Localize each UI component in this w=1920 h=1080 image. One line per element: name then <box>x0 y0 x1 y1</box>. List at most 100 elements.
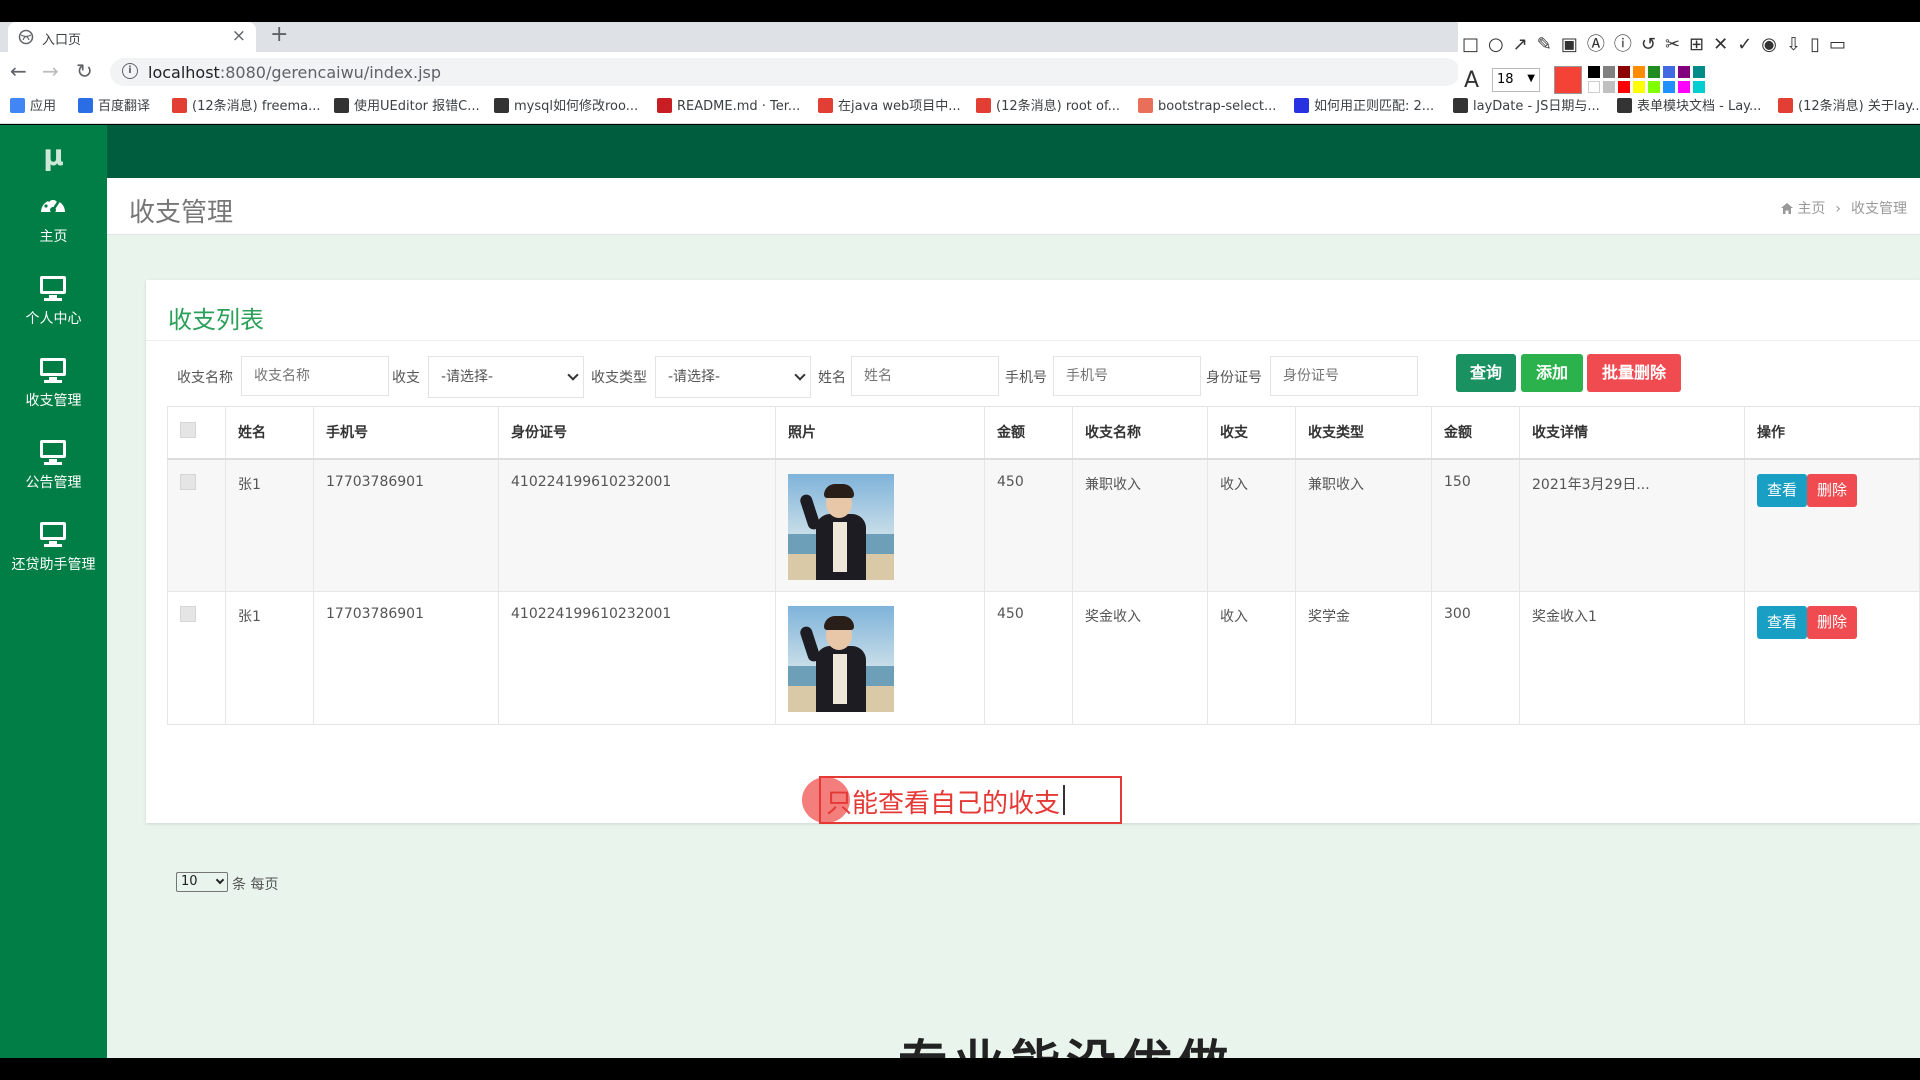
color-swatch[interactable] <box>1618 81 1630 93</box>
site-info-icon[interactable]: i <box>122 63 138 79</box>
bookmark-item[interactable]: 应用 <box>10 98 56 116</box>
bookmark-label: 表单模块文档 - Lay... <box>1637 99 1762 114</box>
column-header: 照片 <box>775 406 985 460</box>
cell-category: 奖学金 <box>1295 591 1432 725</box>
page-size-label: 条 每页 <box>232 877 279 893</box>
bookmark-item[interactable]: 在java web项目中... <box>818 98 961 116</box>
cell-amount: 450 <box>984 591 1073 725</box>
filter-id-label: 身份证号 <box>1206 370 1262 386</box>
row-checkbox[interactable] <box>180 606 196 622</box>
column-header: 姓名 <box>225 406 314 460</box>
color-palette <box>1588 66 1718 96</box>
finance-list-panel: 收支列表 收支名称 收支 -请选择- 收支类型 -请选择- 姓名 手机号 身份证… <box>146 280 1920 893</box>
filter-person-input[interactable] <box>851 356 999 396</box>
browser-tab[interactable]: 入口页 × <box>8 22 256 52</box>
page-size-select[interactable]: 10 <box>176 872 228 892</box>
add-button[interactable]: 添加 <box>1521 354 1583 392</box>
page-size-value: 10 <box>181 874 198 889</box>
bookmark-item[interactable]: mysql如何修改roo... <box>494 98 638 116</box>
select-all-checkbox[interactable] <box>180 422 196 439</box>
breadcrumb-current: 收支管理 <box>1851 201 1907 217</box>
query-button[interactable]: 查询 <box>1456 354 1516 392</box>
color-swatch[interactable] <box>1678 81 1690 93</box>
color-swatch[interactable] <box>1693 66 1705 78</box>
csdn-icon <box>1778 98 1793 113</box>
filter-category-select[interactable]: -请选择- <box>655 356 811 398</box>
delete-button[interactable]: 删除 <box>1807 473 1858 507</box>
color-swatch[interactable] <box>1648 81 1660 93</box>
cell-id-number: 410224199610232001 <box>498 591 776 725</box>
cell-amount-2: 300 <box>1431 591 1520 725</box>
bookmark-item[interactable]: 使用UEditor 报错C... <box>334 98 480 116</box>
video-subtitle: 专业能没优做 <box>898 1036 1234 1058</box>
bookmark-item[interactable]: 百度翻译 <box>78 98 150 116</box>
sidebar-item-home[interactable]: 主页 <box>0 180 107 260</box>
bookmark-item[interactable]: 如何用正则匹配: 2... <box>1294 98 1434 116</box>
color-swatch[interactable] <box>1633 66 1645 78</box>
row-checkbox[interactable] <box>180 473 196 490</box>
url-field[interactable]: i localhost:8080/gerencaiwu/index.jsp <box>110 58 1460 86</box>
bookmark-item[interactable]: layDate - JS日期与... <box>1453 98 1600 116</box>
cell-detail: 2021年3月29日... <box>1519 458 1745 592</box>
cell-direction: 收入 <box>1207 458 1296 592</box>
back-icon[interactable]: ← <box>10 60 27 82</box>
bookmark-label: 在java web项目中... <box>838 99 961 114</box>
jianshu-icon <box>1138 98 1153 113</box>
view-button[interactable]: 查看 <box>1757 606 1808 639</box>
page-title: 收支管理 <box>129 198 234 228</box>
cell-item-name: 奖金收入 <box>1072 591 1208 725</box>
filter-category-label: 收支类型 <box>591 370 647 386</box>
apps-icon <box>10 98 25 113</box>
filter-type-select[interactable]: -请选择- <box>428 356 584 398</box>
sidebar-item-label: 主页 <box>39 229 68 245</box>
filter-id-input[interactable] <box>1270 356 1418 396</box>
color-swatch[interactable] <box>1693 81 1705 93</box>
bookmark-item[interactable]: (12条消息) freema... <box>172 98 320 116</box>
color-swatch[interactable] <box>1603 66 1615 78</box>
baidu-icon <box>1294 98 1309 113</box>
bookmark-item[interactable]: 表单模块文档 - Lay... <box>1617 98 1761 116</box>
tab-close-icon[interactable]: × <box>232 26 246 46</box>
top-navbar <box>107 125 1920 178</box>
font-size-select[interactable]: 18 ▼ <box>1492 68 1540 92</box>
new-tab-button[interactable]: + <box>270 22 288 47</box>
finance-table: 姓名 手机号 身份证号 照片 金额 收支名称 收支 收支类型 金额 收支详情 操… <box>167 406 1920 725</box>
color-swatch[interactable] <box>1663 81 1675 93</box>
drawing-tool-icons[interactable]: □○↗✎▣Ⓐⓘ↺✂⊞✕✓◉⇩▯▭ <box>1462 30 1855 56</box>
text-caret <box>1063 785 1065 815</box>
layui-icon <box>1617 98 1632 113</box>
color-swatch[interactable] <box>1588 66 1600 78</box>
delete-button[interactable]: 删除 <box>1807 606 1858 639</box>
cell-amount: 450 <box>984 458 1073 592</box>
color-swatch[interactable] <box>1678 66 1690 78</box>
current-color-swatch[interactable] <box>1554 66 1582 94</box>
view-button[interactable]: 查看 <box>1757 473 1808 507</box>
color-swatch[interactable] <box>1603 81 1615 93</box>
color-swatch[interactable] <box>1618 66 1630 78</box>
color-swatch[interactable] <box>1633 81 1645 93</box>
table-row: 张1 17703786901 410224199610232001 450 兼职… <box>167 458 1920 592</box>
batch-delete-button[interactable]: 批量删除 <box>1587 354 1681 392</box>
cell-phone: 17703786901 <box>313 591 499 725</box>
sidebar-item-notices[interactable]: 公告管理 <box>0 426 107 506</box>
bookmark-label: (12条消息) root of... <box>996 99 1120 114</box>
sidebar-item-label: 收支管理 <box>25 393 82 409</box>
sidebar-item-loan-helper[interactable]: 还贷助手管理 <box>0 508 107 588</box>
color-swatch[interactable] <box>1648 66 1660 78</box>
monitor-icon <box>38 520 68 547</box>
color-swatch[interactable] <box>1588 81 1600 93</box>
bookmark-item[interactable]: bootstrap-select... <box>1138 98 1276 116</box>
bookmark-item[interactable]: (12条消息) 关于lay... <box>1778 98 1920 116</box>
bookmark-label: README.md · Ter... <box>677 99 801 114</box>
filter-phone-input[interactable] <box>1053 356 1201 396</box>
color-swatch[interactable] <box>1663 66 1675 78</box>
sidebar-item-finance[interactable]: 收支管理 <box>0 344 107 424</box>
filter-name-input[interactable] <box>241 356 389 396</box>
filter-person-label: 姓名 <box>818 370 846 386</box>
forward-icon[interactable]: → <box>42 60 59 82</box>
reload-icon[interactable]: ↻ <box>76 60 93 82</box>
sidebar-item-profile[interactable]: 个人中心 <box>0 262 107 342</box>
breadcrumb-home[interactable]: 主页 <box>1797 201 1825 217</box>
bookmark-item[interactable]: README.md · Ter... <box>657 98 800 116</box>
bookmark-item[interactable]: (12条消息) root of... <box>976 98 1120 116</box>
